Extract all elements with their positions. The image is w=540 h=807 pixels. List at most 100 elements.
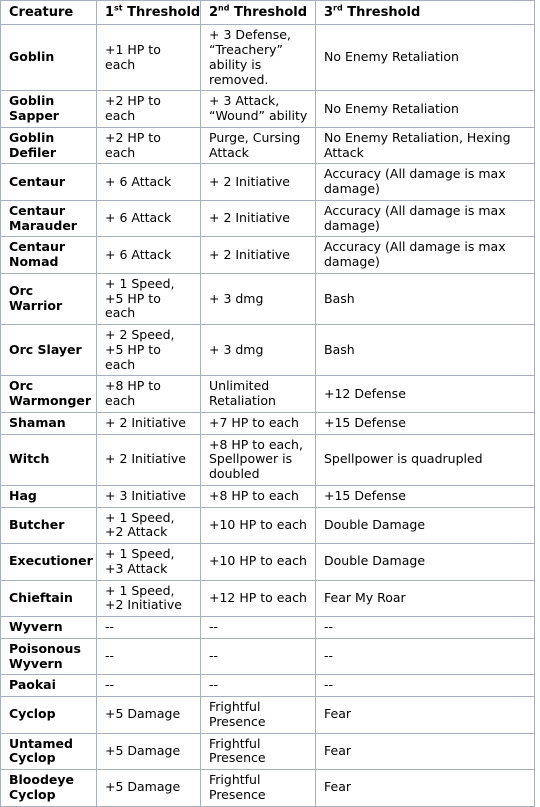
creature-name-cell: Poisonous Wyvern <box>0 638 97 676</box>
threshold-2-cell: Frightful Presence <box>200 696 316 734</box>
threshold-2-cell: + 3 Attack, “Wound” ability <box>200 90 316 128</box>
creature-name-cell: Centaur Marauder <box>0 200 97 238</box>
creature-name-cell: Untamed Cyclop <box>0 733 97 771</box>
threshold-2-cell: -- <box>200 674 316 698</box>
creature-name-cell: Centaur <box>0 163 97 201</box>
table-row: Executioner + 1 Speed, +3 Attack +10 HP to… <box>0 543 535 581</box>
threshold-2-cell: +12 HP to each <box>200 580 316 618</box>
threshold-1-cell: + 6 Attack <box>96 200 201 238</box>
threshold-1-cell: +1 HP to each <box>96 24 201 92</box>
table-row: Hag + 3 Initiative +8 HP to each +15 Defens… <box>0 485 535 508</box>
threshold-1-ordinal-suffix: st <box>114 3 123 13</box>
threshold-1-cell: +5 Damage <box>96 769 201 807</box>
threshold-3-cell: Fear <box>315 733 535 771</box>
threshold-3-cell: Double Damage <box>315 507 535 545</box>
threshold-1-number: 1 <box>105 5 115 20</box>
threshold-1-cell: + 6 Attack <box>96 163 201 201</box>
threshold-1-cell: -- <box>96 638 201 676</box>
threshold-2-ordinal-suffix: nd <box>218 3 230 13</box>
threshold-3-cell: +12 Defense <box>315 375 535 413</box>
table-header: Creature 1st Threshold 2nd Threshold 3rd… <box>0 0 535 26</box>
threshold-3-cell: Double Damage <box>315 543 535 581</box>
threshold-2-cell: + 3 Defense, “Treachery” ability is remo… <box>200 24 316 92</box>
threshold-2-cell: + 3 dmg <box>200 324 316 377</box>
threshold-2-cell: + 2 Initiative <box>200 200 316 238</box>
threshold-1-cell: + 3 Initiative <box>96 485 201 508</box>
threshold-1-cell: -- <box>96 616 201 639</box>
table-row: Shaman + 2 Initiative +7 HP to each +15 Def… <box>0 412 535 435</box>
threshold-3-cell: Accuracy (All damage is max damage) <box>315 163 535 201</box>
threshold-3-cell: Spellpower is quadrupled <box>315 434 535 486</box>
threshold-3-cell: -- <box>315 616 535 639</box>
table-row: Goblin +1 HP to each + 3 Defense, “Treache… <box>0 24 535 92</box>
threshold-1-cell: + 1 Speed, +2 Initiative <box>96 580 201 618</box>
threshold-2-cell: + 3 dmg <box>200 273 316 326</box>
creature-name-cell: Chieftain <box>0 580 97 618</box>
threshold-3-cell: No Enemy Retaliation <box>315 24 535 92</box>
creature-name-cell: Cyclop <box>0 696 97 734</box>
column-header-creature: Creature <box>0 0 97 26</box>
table-row: Paokai -- -- -- <box>0 674 535 698</box>
threshold-1-cell: +2 HP to each <box>96 90 201 128</box>
creature-name-cell: Orc Warrior <box>0 273 97 326</box>
creature-name-cell: Goblin Sapper <box>0 90 97 128</box>
threshold-1-label: Threshold <box>122 5 201 20</box>
table-row: Centaur + 6 Attack + 2 Initiative Accuracy … <box>0 163 535 201</box>
threshold-3-cell: Fear <box>315 696 535 734</box>
threshold-3-ordinal-suffix: rd <box>333 3 343 13</box>
threshold-3-cell: Bash <box>315 273 535 326</box>
threshold-1-cell: + 1 Speed, +3 Attack <box>96 543 201 581</box>
threshold-2-cell: Frightful Presence <box>200 733 316 771</box>
threshold-3-cell: -- <box>315 674 535 698</box>
table-row: Goblin Defiler +2 HP to each Purge, Cursin… <box>0 127 535 165</box>
threshold-3-cell: +15 Defense <box>315 412 535 435</box>
table-row: Goblin Sapper +2 HP to each + 3 Attack, “W… <box>0 90 535 128</box>
creature-name-cell: Shaman <box>0 412 97 435</box>
table-row: Witch + 2 Initiative +8 HP to each, Spellp… <box>0 434 535 486</box>
creature-name-cell: Bloodeye Cyclop <box>0 769 97 807</box>
creature-name-cell: Centaur Nomad <box>0 236 97 274</box>
table-row: Untamed Cyclop +5 Damage Frightful Presenc… <box>0 733 535 771</box>
column-header-threshold-1: 1st Threshold <box>96 0 201 26</box>
table-row: Butcher + 1 Speed, +2 Attack +10 HP to eac… <box>0 507 535 545</box>
threshold-3-cell: No Enemy Retaliation, Hexing Attack <box>315 127 535 165</box>
threshold-1-cell: +2 HP to each <box>96 127 201 165</box>
threshold-2-cell: +8 HP to each, Spellpower is doubled <box>200 434 316 486</box>
creature-name-cell: Executioner <box>0 543 97 581</box>
table-row: Centaur Nomad + 6 Attack + 2 Initiative Acc… <box>0 236 535 274</box>
threshold-2-cell: +10 HP to each <box>200 507 316 545</box>
threshold-3-cell: Bash <box>315 324 535 377</box>
threshold-1-cell: + 1 Speed, +2 Attack <box>96 507 201 545</box>
creature-name-cell: Hag <box>0 485 97 508</box>
threshold-1-cell: + 2 Speed, +5 HP to each <box>96 324 201 377</box>
header-row: Creature 1st Threshold 2nd Threshold 3rd… <box>0 0 535 26</box>
threshold-1-cell: -- <box>96 674 201 698</box>
column-header-threshold-3: 3rd Threshold <box>315 0 535 26</box>
creature-name-cell: Orc Warmonger <box>0 375 97 413</box>
threshold-3-cell: Accuracy (All damage is max damage) <box>315 200 535 238</box>
threshold-2-cell: Purge, Cursing Attack <box>200 127 316 165</box>
column-header-threshold-2: 2nd Threshold <box>200 0 316 26</box>
threshold-1-cell: +5 Damage <box>96 733 201 771</box>
threshold-2-number: 2 <box>209 5 219 20</box>
column-header-creature-label: Creature <box>9 5 74 20</box>
threshold-3-cell: Fear <box>315 769 535 807</box>
table-row: Centaur Marauder + 6 Attack + 2 Initiative… <box>0 200 535 238</box>
threshold-3-cell: -- <box>315 638 535 676</box>
threshold-3-cell: Fear My Roar <box>315 580 535 618</box>
threshold-2-cell: + 2 Initiative <box>200 236 316 274</box>
creature-name-cell: Paokai <box>0 674 97 698</box>
threshold-1-cell: + 2 Initiative <box>96 412 201 435</box>
threshold-1-cell: + 1 Speed, +5 HP to each <box>96 273 201 326</box>
threshold-3-cell: No Enemy Retaliation <box>315 90 535 128</box>
creature-threshold-table: Creature 1st Threshold 2nd Threshold 3rd… <box>0 0 535 807</box>
threshold-2-cell: +8 HP to each <box>200 485 316 508</box>
threshold-2-cell: -- <box>200 638 316 676</box>
threshold-3-cell: +15 Defense <box>315 485 535 508</box>
table-body: Goblin +1 HP to each + 3 Defense, “Treache… <box>0 24 535 807</box>
threshold-1-cell: +5 Damage <box>96 696 201 734</box>
threshold-2-cell: + 2 Initiative <box>200 163 316 201</box>
threshold-3-label: Threshold <box>342 5 421 20</box>
creature-name-cell: Witch <box>0 434 97 486</box>
threshold-3-number: 3 <box>324 5 334 20</box>
